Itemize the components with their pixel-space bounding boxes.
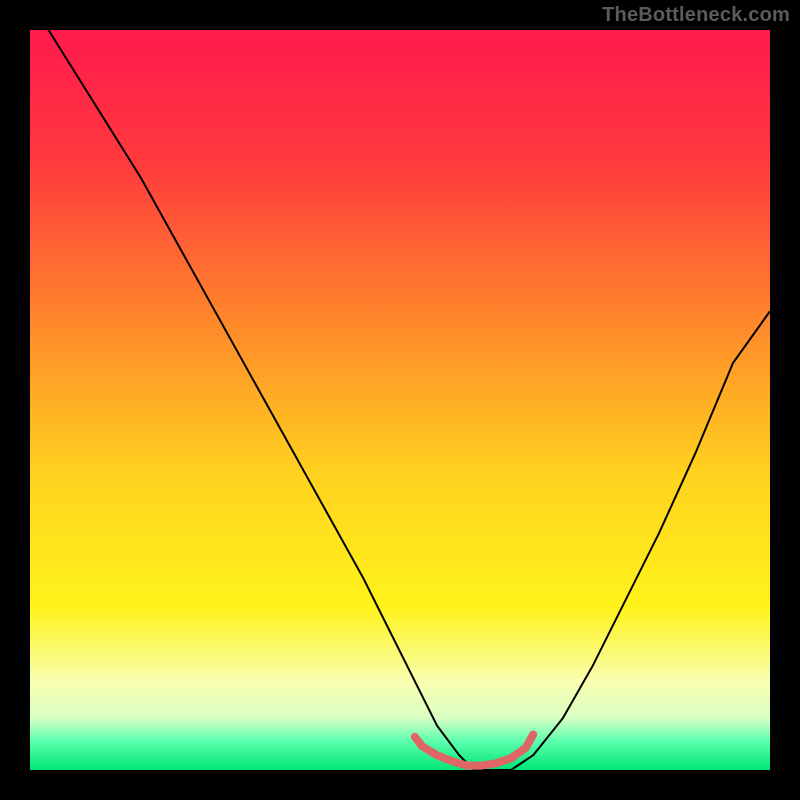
watermark-text: TheBottleneck.com [602,4,790,27]
bottleneck-chart [0,0,800,800]
chart-stage: TheBottleneck.com [0,0,800,800]
